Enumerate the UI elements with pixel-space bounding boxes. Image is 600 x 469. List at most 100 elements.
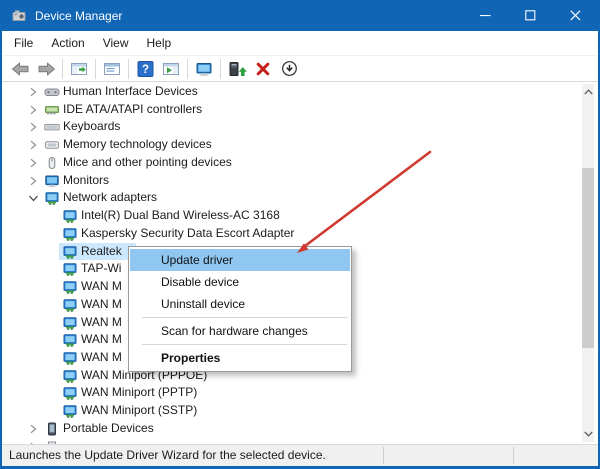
chevron-right-icon[interactable] [26,120,40,134]
ide-icon [44,102,60,118]
network-adapter-icon [62,332,78,348]
tree-item-monitors[interactable]: Monitors [2,172,585,190]
tree-item-label: Memory technology devices [63,137,212,152]
toolbar-button-uninstall-icon[interactable] [250,57,276,81]
network-adapter-icon [62,368,78,384]
maximize-button[interactable] [508,0,553,31]
context-menu-item-update-driver[interactable]: Update driver [130,249,350,271]
close-button[interactable] [553,0,598,31]
context-menu-item-disable-device[interactable]: Disable device [130,271,350,293]
network-adapter-icon [62,297,78,313]
device-manager-window: Device Manager File Action View Help ? Huma… [0,0,600,469]
network-adapter-icon [62,403,78,419]
toolbar-button-disable-icon[interactable] [276,57,302,81]
toolbar-separator [128,58,129,79]
chevron-right-icon[interactable] [26,103,40,117]
context-menu: Update driver Disable device Uninstall dev… [128,246,352,372]
minimize-button[interactable] [463,0,508,31]
tree-item-wan-miniport-sstp[interactable]: WAN Miniport (SSTP) [2,402,585,420]
network-adapter-icon [62,315,78,331]
toolbar-button-show-action-pane-icon[interactable] [158,57,184,81]
context-menu-item-uninstall-device[interactable]: Uninstall device [130,293,350,315]
chevron-right-icon[interactable] [26,174,40,188]
context-menu-separator [142,344,347,345]
network-adapter-icon [62,244,78,260]
portable-icon [44,421,60,437]
toolbar-button-properties-icon[interactable] [99,57,125,81]
tree-item-ide-ata-atapi-controllers[interactable]: IDE ATA/ATAPI controllers [2,101,585,119]
tree-item-label: Realtek [81,243,122,258]
tree-item-network-adapters[interactable]: Network adapters [2,189,585,207]
hid-icon [44,84,60,100]
context-menu-item-properties[interactable]: Properties [130,347,350,369]
toolbar: ? [2,56,598,82]
chevron-right-icon[interactable] [26,85,40,99]
tree-item-label: Kaspersky Security Data Escort Adapter [81,225,295,240]
tree-item-label: Monitors [63,172,110,187]
device-manager-app-icon [11,8,27,24]
tree-item-wan-miniport-pptp[interactable]: WAN Miniport (PPTP) [2,384,585,402]
vertical-scrollbar[interactable] [582,84,594,442]
tree-item-mice-and-other-pointing-devices[interactable]: Mice and other pointing devices [2,154,585,172]
chevron-right-icon[interactable] [26,156,40,170]
toolbar-button-help-icon[interactable]: ? [132,57,158,81]
menubar-item-view[interactable]: View [94,31,138,55]
tree-item-label: WAN Miniport (SSTP) [81,403,198,418]
toolbar-button-back-icon[interactable] [7,57,33,81]
statusbar: Launches the Update Driver Wizard for th… [2,444,598,466]
status-text: Launches the Update Driver Wizard for th… [9,448,326,462]
tree-item-portable-devices[interactable]: Portable Devices [2,420,585,438]
tree-item-memory-technology-devices[interactable]: Memory technology devices [2,136,585,154]
network-adapter-icon [62,279,78,295]
scroll-up-button[interactable] [582,84,594,100]
network-adapter-icon [44,190,60,206]
toolbar-button-update-driver-icon[interactable] [224,57,250,81]
tree-item-human-interface-devices[interactable]: Human Interface Devices [2,83,585,101]
window-title: Device Manager [35,8,123,23]
mouse-icon [44,155,60,171]
network-adapter-icon [62,350,78,366]
tree-item-label: Mice and other pointing devices [63,154,232,169]
keyboard-icon [44,119,60,135]
toolbar-separator [220,58,221,79]
toolbar-separator [187,58,188,79]
tree-item-label: WAN M [81,314,122,329]
statusbar-separator [513,447,514,464]
tree-item-label: Keyboards [63,119,121,134]
context-menu-separator [142,317,347,318]
tree-item-label: TAP-Wi [81,261,122,276]
memory-icon [44,137,60,153]
network-adapter-icon [62,226,78,242]
tree-item-keyboards[interactable]: Keyboards [2,118,585,136]
toolbar-button-show-console-tree-icon[interactable] [66,57,92,81]
toolbar-separator [62,58,63,79]
tree-item-label: WAN M [81,296,122,311]
tree-item-label: WAN M [81,350,122,365]
scrollbar-thumb[interactable] [582,168,594,348]
tree-item-intel-r-dual-band-wireless-ac-3168[interactable]: Intel(R) Dual Band Wireless-AC 3168 [2,207,585,225]
chevron-down-icon[interactable] [26,191,40,205]
menubar-item-action[interactable]: Action [42,31,93,55]
titlebar: Device Manager [2,0,598,31]
tree-item-label: IDE ATA/ATAPI controllers [63,101,203,116]
menubar-item-help[interactable]: Help [138,31,181,55]
tree-item-label: Human Interface Devices [63,84,198,98]
network-adapter-icon [62,208,78,224]
context-menu-item-scan-for-hardware-changes[interactable]: Scan for hardware changes [130,320,350,342]
chevron-right-icon[interactable] [26,422,40,436]
scroll-down-button[interactable] [582,426,594,442]
tree-item-label: Intel(R) Dual Band Wireless-AC 3168 [81,208,280,223]
toolbar-separator [95,58,96,79]
toolbar-button-computer-icon[interactable] [191,57,217,81]
tree-item-label: Portable Devices [63,420,154,435]
chevron-right-icon[interactable] [26,138,40,152]
tree-item-label: WAN Miniport (PPTP) [81,385,198,400]
svg-text:?: ? [141,64,148,76]
window-controls [463,0,598,31]
tree-item-kaspersky-security-data-escort-adapter[interactable]: Kaspersky Security Data Escort Adapter [2,225,585,243]
toolbar-button-forward-icon[interactable] [33,57,59,81]
tree-item-label: WAN M [81,332,122,347]
menubar-item-file[interactable]: File [5,31,42,55]
menubar: File Action View Help [2,31,598,56]
monitor-icon [44,173,60,189]
